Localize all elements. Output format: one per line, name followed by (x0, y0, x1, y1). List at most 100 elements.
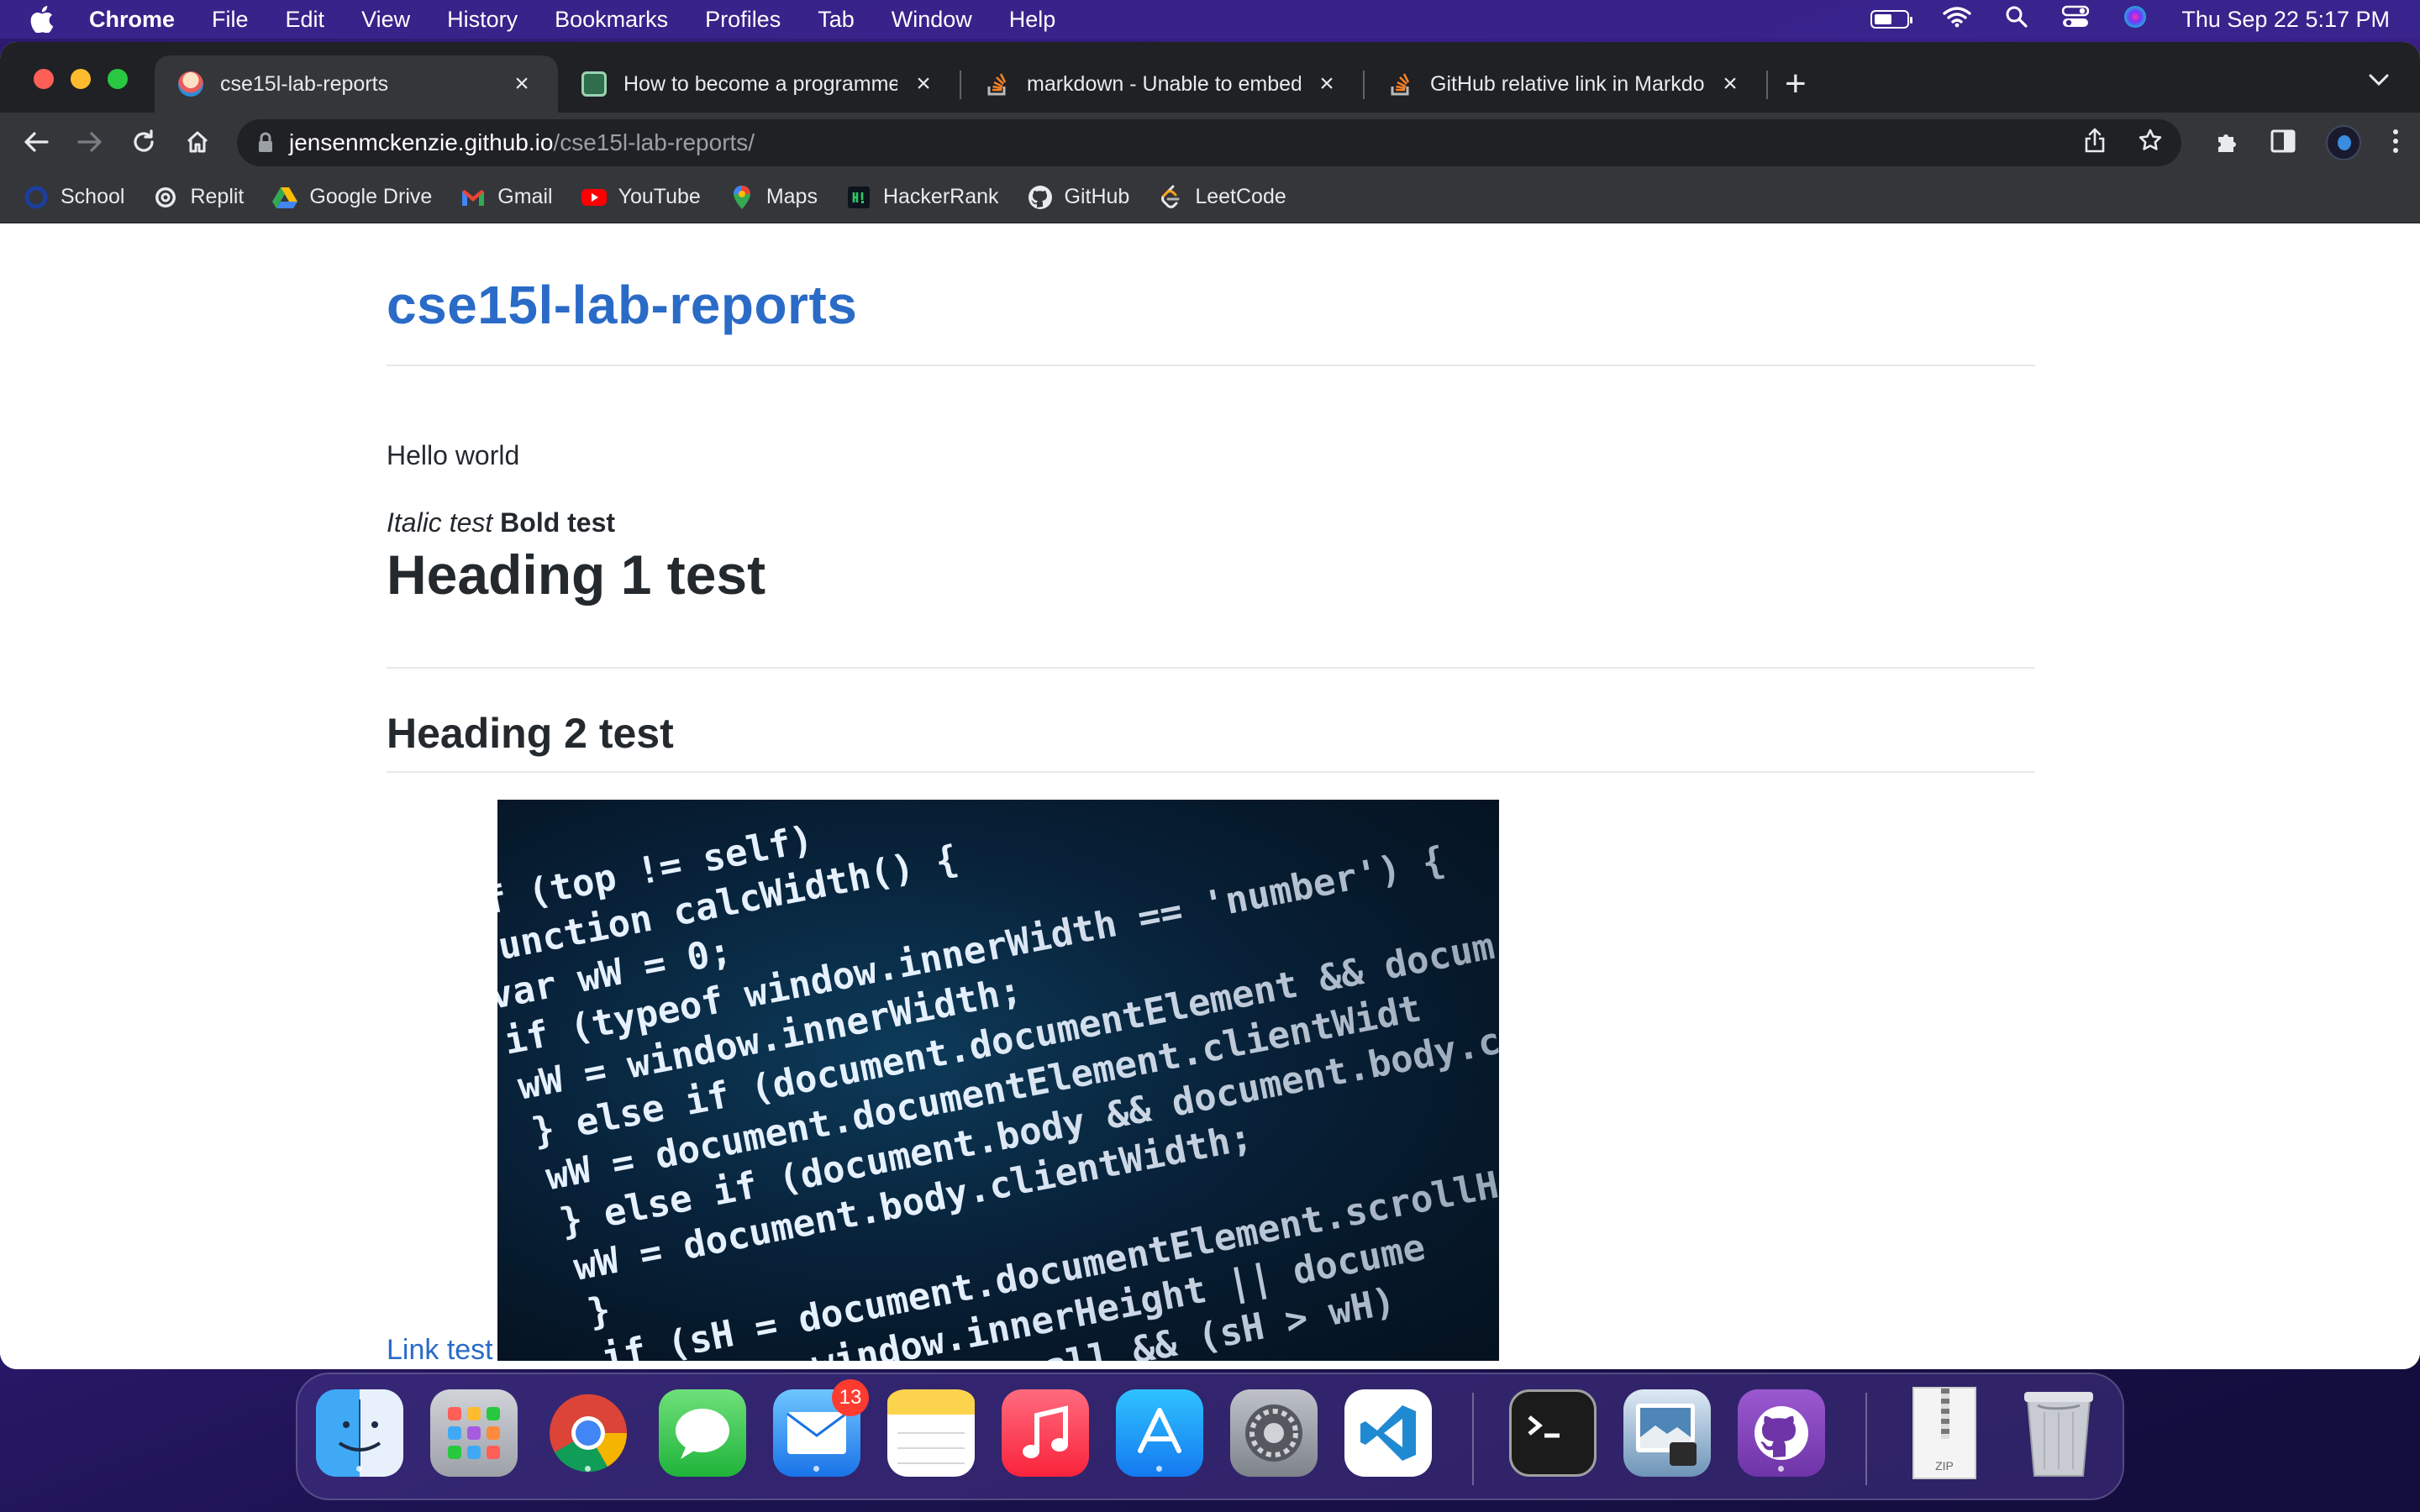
forward-arrow-icon[interactable] (67, 119, 113, 165)
url-host: jensenmckenzie.github.io (289, 129, 554, 155)
bookmark-replit[interactable]: Replit (153, 185, 244, 210)
browser-toolbar: jensenmckenzie.github.io/cse15l-lab-repo… (0, 113, 2420, 171)
dock-notes[interactable] (887, 1389, 975, 1477)
bookmark-star-icon[interactable] (2138, 128, 2163, 159)
chrome-menu-kebab-icon[interactable] (2391, 129, 2400, 158)
dock-vscode[interactable] (1344, 1389, 1432, 1477)
share-icon[interactable] (2084, 128, 2106, 159)
trash-can-icon (2024, 1392, 2093, 1477)
tab-search-chevron-icon[interactable] (2368, 67, 2390, 93)
dock-terminal[interactable] (1509, 1389, 1597, 1477)
gear-icon (1245, 1404, 1302, 1462)
github-icon (1028, 185, 1053, 210)
bold-text: Bold test (500, 507, 616, 538)
menu-help[interactable]: Help (1009, 7, 1056, 33)
app-store-icon (1138, 1408, 1181, 1453)
messages-bubble-icon (676, 1409, 729, 1459)
wifi-icon[interactable] (1943, 6, 1972, 34)
menu-history[interactable]: History (447, 7, 518, 33)
close-tab-icon[interactable]: × (1314, 70, 1339, 98)
window-controls (34, 69, 128, 89)
bookmark-youtube[interactable]: YouTube (581, 185, 701, 210)
bookmark-github[interactable]: GitHub (1028, 185, 1129, 210)
bookmark-label: School (60, 185, 125, 208)
github-desktop-icon (1754, 1406, 1808, 1460)
bookmark-hackerrank[interactable]: HackerRank (846, 185, 999, 210)
close-tab-icon[interactable]: × (509, 70, 534, 98)
dock-chrome[interactable] (544, 1389, 632, 1477)
dock-archive-zip[interactable]: ZIP (1901, 1387, 1988, 1479)
menu-tab[interactable]: Tab (818, 7, 855, 33)
tab-title: cse15l-lab-reports (220, 71, 389, 96)
bookmark-maps[interactable]: Maps (729, 185, 818, 210)
bookmark-google-drive[interactable]: Google Drive (272, 185, 432, 210)
dock-trash[interactable] (2015, 1389, 2102, 1477)
heading-1: Heading 1 test (387, 543, 766, 606)
dock-messages[interactable] (659, 1389, 746, 1477)
zoom-window-button[interactable] (108, 69, 128, 89)
bookmark-label: Replit (190, 185, 245, 208)
dock-music[interactable] (1002, 1389, 1089, 1477)
preview-photos-icon (1636, 1404, 1697, 1466)
heading-2-divider (387, 771, 2035, 773)
profile-avatar[interactable] (2326, 125, 2361, 160)
menu-file[interactable]: File (212, 7, 249, 33)
minimize-window-button[interactable] (71, 69, 91, 89)
siri-icon[interactable] (2123, 4, 2148, 35)
address-bar[interactable]: jensenmckenzie.github.io/cse15l-lab-repo… (237, 119, 2181, 166)
control-center-icon[interactable] (2062, 5, 2090, 34)
bookmark-label: HackerRank (882, 185, 999, 208)
menubar-clock[interactable]: Thu Sep 22 5:17 PM (2181, 7, 2390, 33)
bookmark-school[interactable]: School (24, 185, 124, 210)
reload-icon[interactable] (121, 119, 166, 165)
menu-edit[interactable]: Edit (286, 7, 325, 33)
hello-paragraph: Hello world (387, 440, 520, 470)
macos-dock: 13 ZIP (296, 1373, 2124, 1500)
bookmark-gmail[interactable]: Gmail (460, 185, 553, 210)
menu-profiles[interactable]: Profiles (705, 7, 781, 33)
bookmark-label: Gmail (497, 185, 553, 208)
close-tab-icon[interactable]: × (1718, 70, 1743, 98)
page-viewport[interactable]: cse15l-lab-reports Hello world Italic te… (0, 223, 2420, 1369)
side-panel-icon[interactable] (2270, 129, 2296, 157)
home-icon[interactable] (175, 119, 220, 165)
bookmark-label: YouTube (618, 185, 701, 208)
dock-finder[interactable] (316, 1389, 403, 1477)
bookmark-leetcode[interactable]: LeetCode (1158, 185, 1286, 210)
running-indicator (585, 1466, 591, 1472)
battery-icon[interactable] (1870, 10, 1913, 29)
title-divider (387, 365, 2035, 366)
zip-file-icon: ZIP (1912, 1387, 1976, 1479)
tab-become-programmer[interactable]: How to become a programmer × (558, 55, 960, 113)
dock-launchpad[interactable] (430, 1389, 518, 1477)
extensions-puzzle-icon[interactable] (2215, 129, 2240, 158)
dock-app-store[interactable] (1116, 1389, 1203, 1477)
maps-icon (729, 185, 755, 210)
dock-system-preferences[interactable] (1230, 1389, 1318, 1477)
lock-icon[interactable] (257, 132, 274, 154)
back-arrow-icon[interactable] (13, 119, 59, 165)
code-screenshot-image: if (top != self)function calcWidth() { v… (497, 800, 1499, 1361)
tab-markdown-embed[interactable]: markdown - Unable to embed a × (961, 55, 1363, 113)
dock-divider (1865, 1393, 1867, 1485)
menu-bookmarks[interactable]: Bookmarks (555, 7, 668, 33)
zipper-graphic (1941, 1389, 1949, 1439)
site-title-link[interactable]: cse15l-lab-reports (387, 274, 857, 336)
chrome-window: cse15l-lab-reports × How to become a pro… (0, 42, 2420, 1369)
dock-github-desktop[interactable] (1738, 1389, 1825, 1477)
heading-2: Heading 2 test (387, 710, 674, 757)
link-test-anchor[interactable]: Link test (387, 1334, 493, 1367)
spotlight-search-icon[interactable] (2005, 5, 2028, 34)
new-tab-plus-icon[interactable]: + (1785, 60, 1807, 108)
close-window-button[interactable] (34, 69, 54, 89)
apple-menu-icon[interactable] (30, 6, 55, 33)
tab-cse15l-lab-reports[interactable]: cse15l-lab-reports × (155, 55, 558, 113)
dock-preview[interactable] (1623, 1389, 1711, 1477)
close-tab-icon[interactable]: × (911, 70, 936, 98)
dock-mail[interactable]: 13 (773, 1379, 869, 1477)
menu-window[interactable]: Window (892, 7, 972, 33)
menu-app-name[interactable]: Chrome (89, 7, 175, 33)
menu-view[interactable]: View (361, 7, 410, 33)
code-image-vignette (497, 800, 1499, 1361)
tab-github-relative-link[interactable]: GitHub relative link in Markdow × (1365, 55, 1766, 113)
